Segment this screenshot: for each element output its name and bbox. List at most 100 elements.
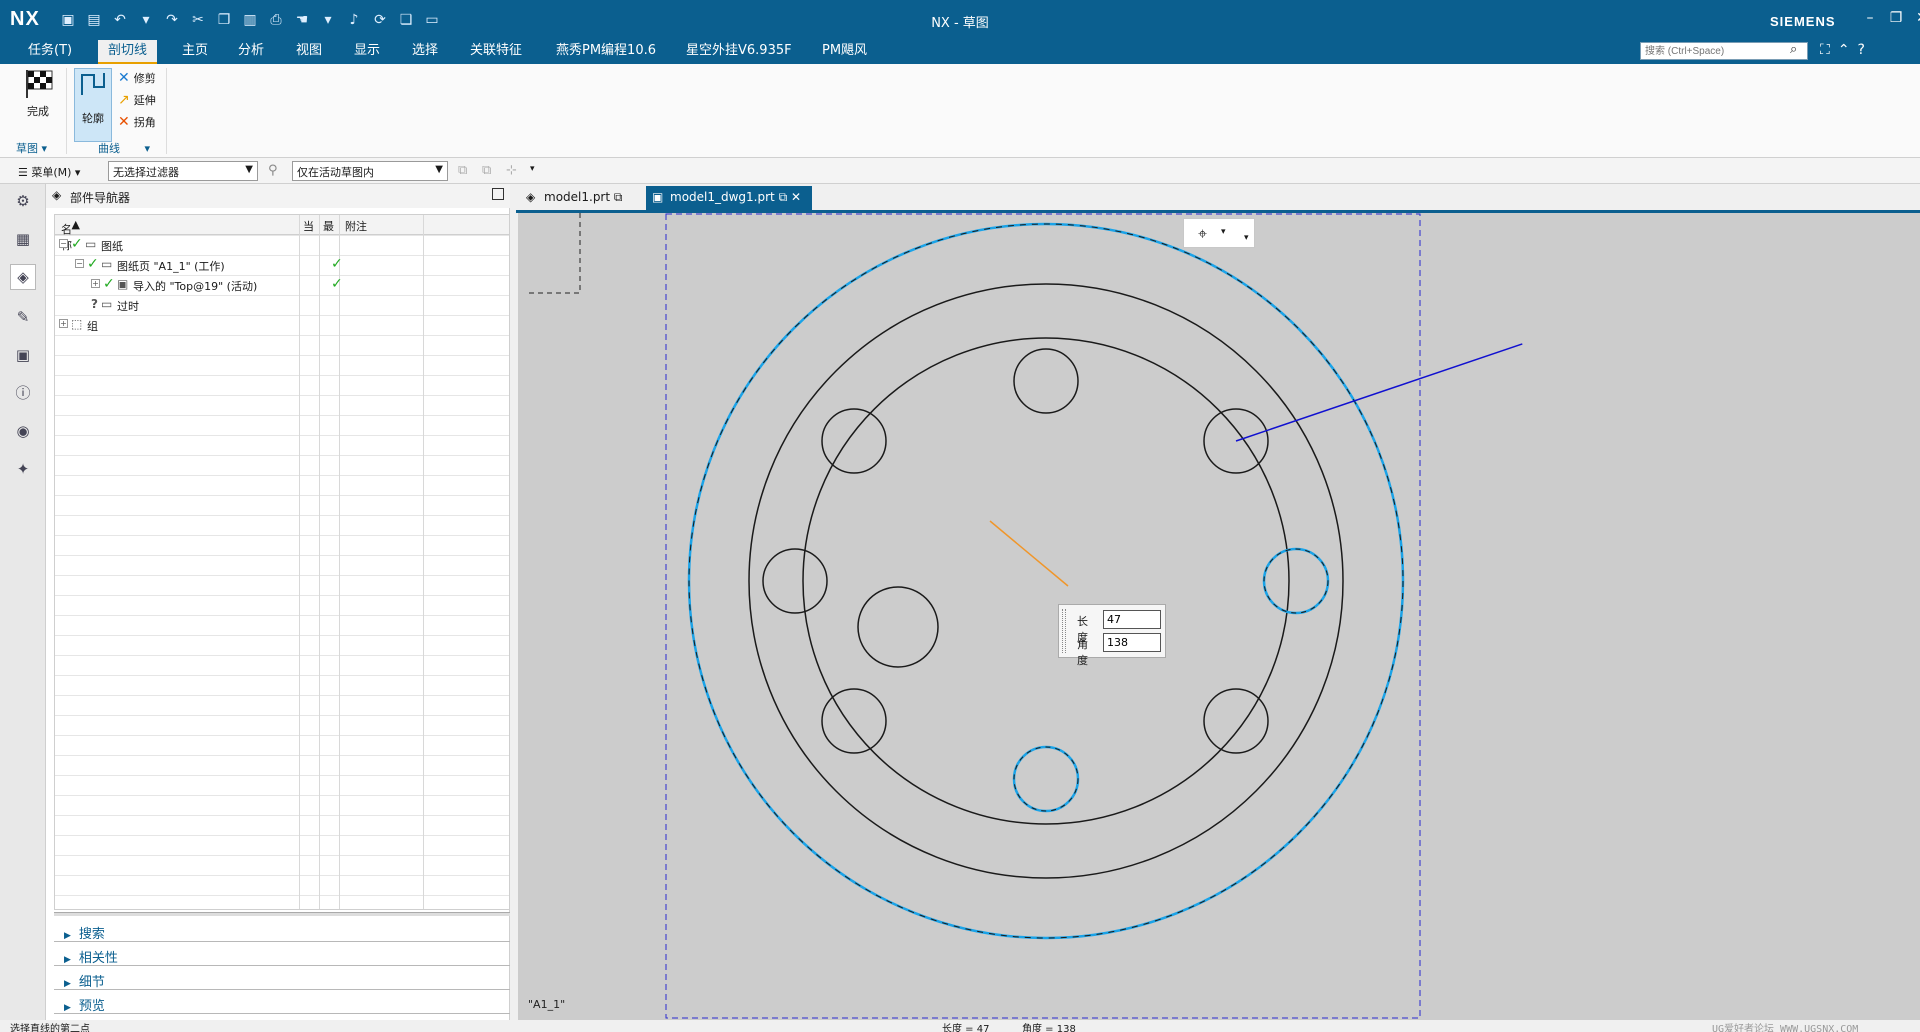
restore-icon[interactable]: ❐ <box>1888 10 1904 26</box>
history-globe-icon[interactable]: ◉ <box>10 418 36 444</box>
column-name[interactable]: 名称 ▲ <box>61 218 80 252</box>
chevron-down-icon[interactable]: ▾ <box>530 164 535 174</box>
section-search[interactable]: ▶ 搜索 <box>54 920 510 942</box>
expand-icon[interactable]: + <box>59 319 68 328</box>
process-studio-icon[interactable]: ✦ <box>10 456 36 482</box>
chevron-down-icon[interactable]: ▾ <box>1244 233 1249 243</box>
column-note[interactable]: 附注 <box>345 218 367 234</box>
finish-sketch-button[interactable]: 完成 <box>18 68 58 119</box>
minimize-icon[interactable]: – <box>1862 10 1878 26</box>
collapse-icon[interactable]: − <box>75 259 84 268</box>
drag-handle[interactable] <box>1062 609 1066 653</box>
ribbon-divider <box>166 68 167 154</box>
angle-readout: 角度 = 138 <box>1022 1024 1076 1032</box>
question-mark-icon: ? <box>91 297 98 311</box>
profile-icon <box>81 73 105 95</box>
expand-icon[interactable]: + <box>91 279 100 288</box>
tree-row-drawing[interactable]: − ✓ ▭ 图纸 <box>55 235 509 255</box>
panel-splitter[interactable] <box>54 912 510 916</box>
resource-bar: ⚙ ▦ ◈ ✎ ▣ ⓘ ◉ ✦ <box>0 184 46 1020</box>
settings-gear-icon[interactable]: ⚙ <box>10 188 36 214</box>
finish-label: 完成 <box>27 105 49 118</box>
latest-checkmark-icon: ✓ <box>331 256 343 272</box>
graphics-window[interactable] <box>518 213 1920 1020</box>
angle-input[interactable] <box>1103 633 1161 652</box>
section-dependencies[interactable]: ▶ 相关性 <box>54 944 510 966</box>
fullscreen-icon[interactable]: ⛶ <box>1820 42 1830 58</box>
group-curve-label[interactable]: 曲线 ▾ <box>98 140 150 156</box>
section-preview[interactable]: ▶ 预览 <box>54 992 510 1014</box>
chevron-down-icon: ▼ <box>435 164 443 175</box>
latest-checkmark-icon: ✓ <box>331 276 343 292</box>
tab-view[interactable]: 视图 <box>286 40 332 64</box>
sketch-drawing[interactable] <box>518 213 1920 1020</box>
selection-filter-select[interactable]: 无选择过滤器 ▼ <box>108 161 258 181</box>
deselect-icon[interactable]: ⧉ <box>482 163 491 178</box>
column-latest[interactable]: 最 <box>323 218 334 234</box>
tab-section-line[interactable]: 剖切线 <box>98 40 158 64</box>
drawing-file-icon: ▣ <box>652 190 664 204</box>
length-input[interactable] <box>1103 610 1161 629</box>
maximize-panel-icon[interactable] <box>492 188 504 200</box>
doc-tab-model1[interactable]: ◈ model1.prt ⧉ <box>520 186 644 210</box>
tab-pm-hurricane[interactable]: PM飓风 <box>812 40 877 64</box>
tab-associative-features[interactable]: 关联特征 <box>460 40 532 64</box>
tab-analysis[interactable]: 分析 <box>228 40 274 64</box>
trim-button[interactable]: ✕ 修剪 <box>118 70 156 86</box>
collapse-ribbon-icon[interactable]: ⌃ <box>1838 42 1850 58</box>
column-current[interactable]: 当 <box>303 218 314 234</box>
snap-point-icon[interactable]: ⊹ <box>506 163 517 178</box>
ribbon-tab-row: 任务(T) 剖切线 主页 分析 视图 显示 选择 关联特征 燕秀PM编程10.6… <box>0 40 1920 64</box>
assembly-navigator-icon[interactable]: ▦ <box>10 226 36 252</box>
crosshair-icon[interactable]: ⌖ <box>1198 224 1207 244</box>
reuse-library-icon[interactable]: ✎ <box>10 304 36 330</box>
hd3d-tools-icon[interactable]: ▣ <box>10 342 36 368</box>
section-details[interactable]: ▶ 细节 <box>54 968 510 990</box>
close-icon[interactable]: ✕ <box>1914 10 1920 26</box>
hole-circle-lower-right <box>1203 688 1269 754</box>
checkmark-icon: ✓ <box>71 236 83 252</box>
status-prompt: 选择直线的第二点 <box>10 1024 90 1032</box>
tab-task[interactable]: 任务(T) <box>18 40 82 64</box>
tab-yanxiu-pm[interactable]: 燕秀PM编程10.6 <box>546 40 666 64</box>
tab-home[interactable]: 主页 <box>172 40 218 64</box>
filter-funnel-icon[interactable]: ⚲ <box>268 163 278 178</box>
view-icon: ▣ <box>117 277 129 291</box>
collapse-icon[interactable]: − <box>59 239 68 248</box>
part-navigator-icon[interactable]: ◈ <box>10 264 36 290</box>
angle-label: 角度 <box>1077 638 1088 667</box>
snap-point-widget[interactable]: ⌖ ▾ ▾ <box>1183 218 1255 248</box>
hole-circle-right-highlighted <box>1262 547 1330 615</box>
checkmark-icon: ✓ <box>87 256 99 272</box>
help-icon[interactable]: ? <box>1858 42 1865 58</box>
group-sketch-label[interactable]: 草图 ▾ <box>16 140 47 156</box>
selection-scope-select[interactable]: 仅在活动草图内 ▼ <box>292 161 448 181</box>
ring-circle-inner <box>802 337 1290 825</box>
search-icon[interactable]: ⌕ <box>1790 42 1797 57</box>
extend-button[interactable]: ↗ 延伸 <box>118 92 156 108</box>
close-tab-icon[interactable]: ✕ <box>791 190 801 204</box>
corner-button[interactable]: ✕ 拐角 <box>118 114 156 130</box>
tab-display[interactable]: 显示 <box>344 40 390 64</box>
preview-line <box>989 520 1069 587</box>
web-browser-icon[interactable]: ⓘ <box>10 380 36 406</box>
drawing-icon: ▭ <box>85 237 97 251</box>
tree-row-sheet[interactable]: − ✓ ▭ 图纸页 "A1_1" (工作) ✓ <box>55 255 509 275</box>
tree-row-imported-view[interactable]: + ✓ ▣ 导入的 "Top@19" (活动) ✓ <box>55 275 509 295</box>
ribbon: 完成 轮廓 ✕ 修剪 ↗ 延伸 ✕ 拐角 草图 ▾ 曲线 ▾ <box>0 64 1920 158</box>
chevron-down-icon[interactable]: ▾ <box>1221 227 1226 237</box>
hole-circle-upper-left <box>821 408 887 474</box>
tab-select[interactable]: 选择 <box>402 40 448 64</box>
profile-button[interactable]: 轮廓 <box>74 68 112 142</box>
doc-tab-model1-dwg1[interactable]: ▣ model1_dwg1.prt ⧉ ✕ <box>646 186 812 210</box>
select-all-icon[interactable]: ⧉ <box>458 163 467 178</box>
hole-circle-lower-left <box>821 688 887 754</box>
command-search-input[interactable] <box>1640 42 1808 60</box>
tree-row-outdated[interactable]: ? ▭ 过时 <box>55 295 509 315</box>
tree-row-groups[interactable]: + ⬚ 组 <box>55 315 509 335</box>
menu-button[interactable]: ☰ 菜单(M) ▾ <box>18 164 80 180</box>
extend-icon: ↗ <box>118 92 130 108</box>
chevron-down-icon: ▼ <box>245 164 253 175</box>
tab-xingkong-plugin[interactable]: 星空外挂V6.935F <box>676 40 802 64</box>
external-link-icon: ⧉ <box>613 190 623 204</box>
